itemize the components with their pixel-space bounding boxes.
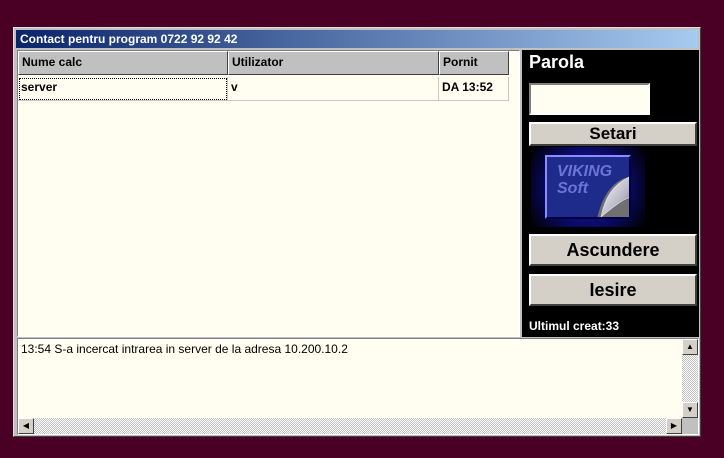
triangle-right-icon: ▶ xyxy=(670,421,678,430)
triangle-left-icon: ◀ xyxy=(22,421,30,430)
list-header: Nume calc Utilizator Pornit xyxy=(18,51,519,75)
cell-pornit[interactable]: DA 13:52 xyxy=(439,77,509,101)
table-row[interactable]: server v DA 13:52 xyxy=(18,77,519,101)
cell-utilizator[interactable]: v xyxy=(228,77,439,101)
main-window: Contact pentru program 0722 92 92 42 Num… xyxy=(13,27,701,437)
scroll-down-button[interactable]: ▼ xyxy=(682,402,698,418)
page-curl-icon xyxy=(597,176,629,217)
horizontal-scrollbar[interactable]: ◀ ▶ xyxy=(18,418,682,434)
column-header-nume-calc[interactable]: Nume calc xyxy=(18,51,228,75)
control-panel: Parola Setari VIKING Soft Ascundere Iesi… xyxy=(522,50,699,337)
triangle-up-icon: ▲ xyxy=(686,342,694,351)
scroll-up-button[interactable]: ▲ xyxy=(682,339,698,355)
column-header-pornit[interactable]: Pornit xyxy=(439,51,509,75)
vertical-scrollbar[interactable]: ▲ ▼ xyxy=(682,339,698,418)
setari-button[interactable]: Setari xyxy=(529,122,697,146)
parola-label: Parola xyxy=(529,52,585,72)
scroll-left-button[interactable]: ◀ xyxy=(18,418,34,434)
iesire-button[interactable]: Iesire xyxy=(529,274,697,306)
parola-input[interactable] xyxy=(529,83,650,115)
computers-list[interactable]: Nume calc Utilizator Pornit server v DA … xyxy=(17,50,520,337)
column-header-utilizator[interactable]: Utilizator xyxy=(228,51,439,75)
cell-nume-calc[interactable]: server xyxy=(18,77,228,101)
ultimul-creat-status: Ultimul creat:33 xyxy=(529,319,620,333)
ascundere-button[interactable]: Ascundere xyxy=(529,234,697,266)
logo-tile: VIKING Soft xyxy=(545,155,631,219)
window-title: Contact pentru program 0722 92 92 42 xyxy=(16,30,698,48)
viking-soft-logo: VIKING Soft xyxy=(531,147,645,227)
scrollbar-corner xyxy=(682,418,698,434)
log-line: 13:54 S-a incercat intrarea in server de… xyxy=(21,342,348,356)
scroll-right-button[interactable]: ▶ xyxy=(666,418,682,434)
triangle-down-icon: ▼ xyxy=(686,405,694,414)
log-memo[interactable]: 13:54 S-a incercat intrarea in server de… xyxy=(17,338,699,435)
